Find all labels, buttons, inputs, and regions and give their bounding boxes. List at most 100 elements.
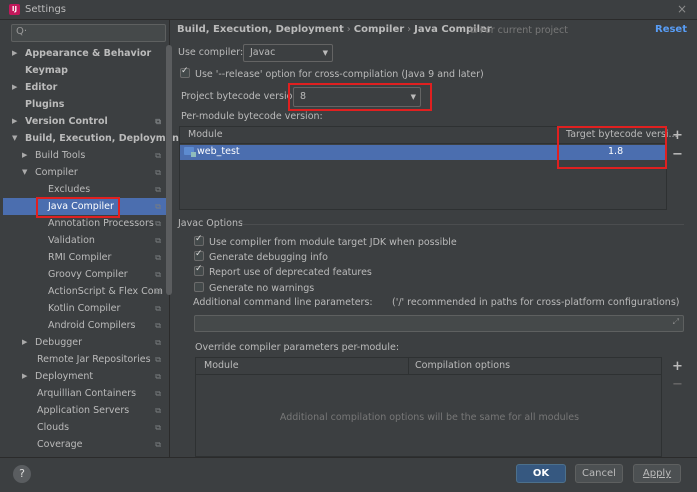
checkbox-icon — [194, 282, 204, 292]
module-cell: web_test — [184, 146, 240, 157]
project-scope-icon: ⧉ — [155, 389, 161, 398]
chevron-right-icon[interactable]: ▶ — [12, 113, 17, 130]
sidebar-item[interactable]: Kotlin Compiler ⧉ — [3, 300, 170, 317]
chevron-down-icon: ▼ — [322, 49, 328, 57]
sidebar-item[interactable]: Annotation Processors ⧉ — [3, 215, 170, 232]
sidebar-item[interactable]: ActionScript & Flex Com ⧉ — [3, 283, 170, 300]
sidebar-item[interactable]: Keymap — [3, 62, 170, 79]
column-header-module[interactable]: Module — [188, 129, 223, 140]
apply-button[interactable]: Apply — [633, 464, 681, 483]
sidebar-item-label: Coverage — [37, 439, 83, 450]
option-label: Generate no warnings — [209, 283, 315, 294]
table-row[interactable]: web_test 1.8 — [180, 145, 666, 160]
additional-params-label: Additional command line parameters: — [193, 297, 373, 308]
sidebar-item[interactable]: ▶ Version Control ⧉ — [3, 113, 170, 130]
sidebar-item[interactable]: Clouds ⧉ — [3, 419, 170, 436]
bytecode-version-select[interactable]: 8 ▼ — [293, 87, 421, 107]
sidebar-item[interactable]: Arquillian Containers ⧉ — [3, 385, 170, 402]
sidebar-item[interactable]: ▶ Editor — [3, 79, 170, 96]
reset-link[interactable]: Reset — [655, 24, 687, 35]
expand-icon[interactable]: ⤢ — [673, 317, 679, 327]
option-checkbox-1[interactable]: Generate debugging info — [194, 249, 328, 263]
option-checkbox-2[interactable]: Report use of deprecated features — [194, 264, 372, 278]
override-params-table[interactable]: Module Compilation options Additional co… — [195, 357, 662, 457]
for-current-project-text: For current project — [479, 25, 568, 36]
sidebar-item[interactable]: ▶ Appearance & Behavior — [3, 45, 170, 62]
sidebar-item-label: Build Tools — [35, 150, 86, 161]
sidebar-item[interactable]: RMI Compiler ⧉ — [3, 249, 170, 266]
sidebar-item[interactable]: ▶ Debugger ⧉ — [3, 334, 170, 351]
add-override-button[interactable]: + — [672, 359, 683, 374]
project-scope-icon: ⧉ — [155, 338, 161, 347]
dialog-button-bar: ? OK Cancel Apply — [0, 457, 697, 492]
release-option-checkbox[interactable]: Use '--release' option for cross-compila… — [180, 66, 484, 80]
use-compiler-value: Javac — [250, 47, 276, 58]
project-scope-icon: ⧉ — [155, 406, 161, 415]
sidebar-item[interactable]: Groovy Compiler ⧉ — [3, 266, 170, 283]
chevron-right-icon[interactable]: ▶ — [22, 368, 27, 385]
column-divider[interactable] — [408, 358, 409, 375]
sidebar-item[interactable]: Android Compilers ⧉ — [3, 317, 170, 334]
ok-button[interactable]: OK — [516, 464, 566, 483]
chevron-right-icon[interactable]: ▶ — [22, 147, 27, 164]
column-header-options[interactable]: Compilation options — [415, 360, 510, 371]
sidebar-item[interactable]: Plugins — [3, 96, 170, 113]
sidebar-item[interactable]: Application Servers ⧉ — [3, 402, 170, 419]
add-module-button[interactable]: + — [672, 128, 683, 143]
chevron-right-icon[interactable]: ▶ — [12, 45, 17, 62]
project-scope-icon: ⧉ — [155, 117, 161, 126]
sidebar-item-label: Debugger — [35, 337, 83, 348]
project-scope-icon: ⧉ — [155, 321, 161, 330]
project-scope-icon: ⧉ — [155, 372, 161, 381]
sidebar-item-label: Excludes — [48, 184, 91, 195]
cancel-button[interactable]: Cancel — [575, 464, 623, 483]
module-name: web_test — [197, 146, 240, 157]
sidebar-item[interactable]: Validation ⧉ — [3, 232, 170, 249]
override-params-label: Override compiler parameters per-module: — [195, 342, 400, 353]
chevron-down-icon[interactable]: ▼ — [12, 130, 17, 147]
bytecode-version-label: Project bytecode version: — [181, 91, 302, 102]
sidebar-item[interactable]: ▶ Deployment ⧉ — [3, 368, 170, 385]
column-header-target[interactable]: Target bytecode versi... — [566, 129, 678, 140]
chevron-right-icon[interactable]: ▶ — [22, 334, 27, 351]
sidebar-item-label: Groovy Compiler — [48, 269, 128, 280]
additional-params-input[interactable]: ⤢ — [194, 315, 684, 332]
breadcrumb: Build, Execution, Deployment › Compiler › Ja… — [177, 24, 492, 35]
intellij-logo-icon: IJ — [9, 4, 20, 15]
use-compiler-select[interactable]: Javac ▼ — [243, 44, 333, 62]
option-checkbox-3[interactable]: Generate no warnings — [194, 282, 314, 294]
sidebar-item[interactable]: Remote Jar Repositories ⧉ — [3, 351, 170, 368]
sidebar-item[interactable]: ▼ Build, Execution, Deployment — [3, 130, 183, 147]
breadcrumb-item: Build, Execution, Deployment — [177, 24, 344, 35]
chevron-right-icon[interactable]: ▶ — [12, 79, 17, 96]
checkbox-icon — [194, 234, 204, 246]
sidebar-item-label: Editor — [25, 82, 58, 93]
breadcrumb-separator: › — [346, 24, 351, 35]
chevron-down-icon[interactable]: ▼ — [22, 164, 27, 181]
remove-override-button[interactable]: − — [672, 377, 683, 392]
help-button[interactable]: ? — [13, 465, 31, 483]
sidebar-item[interactable]: Excludes ⧉ — [3, 181, 170, 198]
for-current-project-label: ⧉ For current project — [470, 25, 568, 36]
per-module-table[interactable]: Module Target bytecode versi... web_test… — [179, 126, 678, 210]
sidebar-item-label: Keymap — [25, 65, 68, 76]
column-header-module[interactable]: Module — [204, 360, 239, 371]
project-scope-icon: ⧉ — [155, 287, 161, 296]
sidebar-item[interactable]: Java Compiler ⧉ — [3, 198, 170, 215]
sidebar-item[interactable]: ▶ Build Tools ⧉ — [3, 147, 170, 164]
project-scope-icon: ⧉ — [155, 236, 161, 245]
project-scope-icon: ⧉ — [155, 253, 161, 262]
sidebar-item[interactable]: ▼ Compiler ⧉ — [3, 164, 170, 181]
sidebar-item-label: Remote Jar Repositories — [37, 354, 151, 365]
remove-module-button[interactable]: − — [672, 147, 683, 162]
search-input[interactable]: Q· — [11, 24, 166, 42]
column-divider[interactable] — [558, 127, 559, 144]
close-icon[interactable]: × — [677, 2, 687, 16]
project-scope-icon: ⧉ — [155, 168, 161, 177]
project-scope-icon: ⧉ — [155, 355, 161, 364]
option-label: Report use of deprecated features — [209, 267, 372, 278]
sidebar-item[interactable]: Coverage ⧉ — [3, 436, 170, 453]
breadcrumb-separator: › — [407, 24, 412, 35]
window-title: Settings — [25, 4, 67, 15]
option-checkbox-0[interactable]: Use compiler from module target JDK when… — [194, 234, 457, 248]
